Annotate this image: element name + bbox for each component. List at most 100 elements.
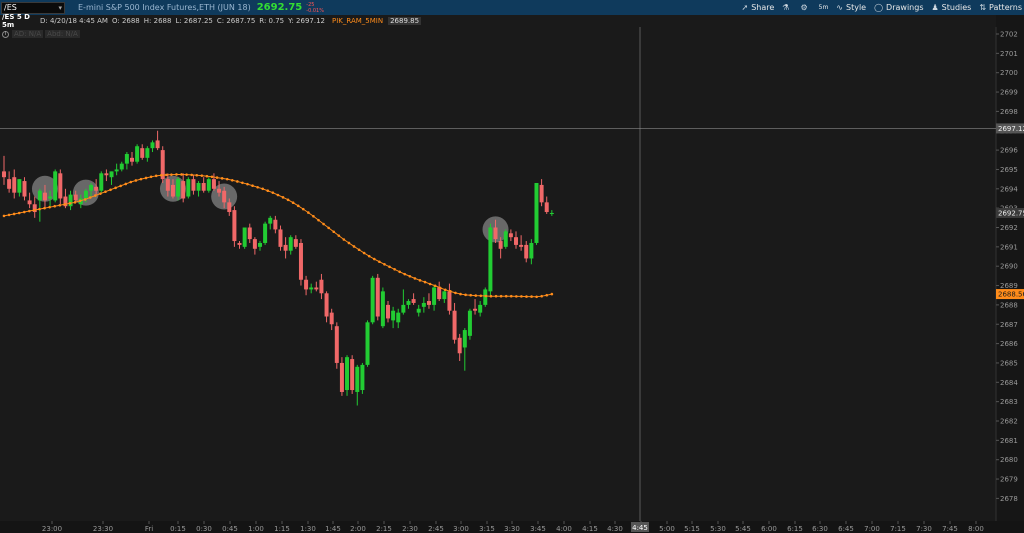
candle-body bbox=[17, 179, 22, 193]
moving-average-point bbox=[520, 295, 523, 298]
moving-average-point bbox=[165, 173, 168, 177]
moving-average-point bbox=[535, 295, 538, 299]
moving-average-point bbox=[266, 189, 270, 193]
candle-body bbox=[22, 181, 27, 197]
moving-average-point bbox=[469, 293, 472, 297]
moving-average-point bbox=[403, 272, 407, 276]
price-tick-label: 2692 bbox=[1000, 224, 1018, 232]
candle-body bbox=[58, 173, 63, 199]
moving-average-point bbox=[494, 294, 498, 298]
candle-body bbox=[549, 212, 554, 214]
candle-body bbox=[232, 210, 237, 242]
moving-average-point bbox=[200, 174, 204, 177]
candle-body bbox=[529, 242, 534, 259]
price-tick-label: 2699 bbox=[1000, 89, 1018, 97]
candle-body bbox=[263, 223, 268, 243]
price-tick-label: 2685 bbox=[1000, 359, 1018, 367]
moving-average-point bbox=[185, 173, 188, 176]
candle-body bbox=[339, 362, 344, 392]
candle-body bbox=[304, 279, 309, 290]
time-tick-label: 5:45 bbox=[735, 525, 751, 533]
moving-average-point bbox=[408, 274, 412, 278]
time-tick-label: 8:00 bbox=[968, 525, 984, 533]
candle-body bbox=[119, 163, 124, 170]
moving-average-point bbox=[149, 175, 153, 179]
candle-body bbox=[242, 227, 247, 247]
time-tick-label: 3:30 bbox=[504, 525, 520, 533]
candle-body bbox=[7, 179, 12, 189]
moving-average-point bbox=[104, 190, 107, 194]
moving-average-point bbox=[444, 288, 447, 292]
candle-body bbox=[145, 148, 150, 158]
moving-average-point bbox=[433, 284, 437, 288]
candle-body bbox=[124, 153, 129, 164]
moving-average-point bbox=[545, 293, 549, 297]
crosshair-price-label: 2697.12 bbox=[998, 125, 1024, 133]
moving-average-point bbox=[63, 202, 67, 206]
time-tick-label: 4:00 bbox=[556, 525, 572, 533]
candle-body bbox=[314, 287, 319, 290]
candle-body bbox=[391, 310, 396, 321]
moving-average-point bbox=[372, 257, 376, 261]
candle-body bbox=[519, 244, 524, 247]
moving-average-point bbox=[504, 294, 508, 298]
candle-body bbox=[222, 190, 227, 203]
price-tick-label: 2682 bbox=[1000, 418, 1018, 426]
moving-average-point bbox=[205, 174, 209, 178]
price-chart[interactable]: 2678 2679 2680 2681 2682 2683 2684 2685 2686 2687… bbox=[0, 0, 1024, 533]
crosshair-time-label: 4:45 bbox=[632, 524, 648, 532]
moving-average-point bbox=[94, 194, 97, 197]
time-tick-label: 5:15 bbox=[684, 525, 700, 533]
moving-average-point bbox=[22, 210, 26, 214]
candle-body bbox=[478, 304, 483, 313]
candle-body bbox=[411, 299, 416, 303]
price-tick-label: 2698 bbox=[1000, 108, 1018, 116]
moving-average-point bbox=[114, 186, 117, 190]
moving-average-point bbox=[286, 198, 290, 202]
moving-average-point bbox=[378, 260, 381, 264]
candle-body bbox=[452, 310, 457, 340]
moving-average-point bbox=[180, 173, 183, 176]
candle-body bbox=[442, 291, 447, 300]
candle-body bbox=[181, 181, 186, 199]
moving-average-point bbox=[550, 292, 554, 296]
moving-average-point bbox=[139, 177, 143, 181]
moving-average-point bbox=[230, 178, 234, 182]
moving-average-point bbox=[220, 177, 224, 180]
moving-average-point bbox=[322, 222, 325, 226]
candle-body bbox=[155, 140, 160, 149]
candle-body bbox=[176, 179, 181, 197]
candle-body bbox=[421, 302, 426, 307]
candle-body bbox=[227, 202, 232, 213]
time-tick-label: 2:30 bbox=[402, 525, 418, 533]
price-tick-label: 2684 bbox=[1000, 379, 1018, 387]
moving-average-point bbox=[428, 282, 432, 286]
candle-body bbox=[534, 182, 539, 243]
moving-average-point bbox=[296, 204, 300, 208]
candle-body bbox=[27, 200, 32, 205]
moving-average-point bbox=[53, 204, 57, 208]
time-tick-label: 0:45 bbox=[222, 525, 238, 533]
time-tick-label: 1:15 bbox=[274, 525, 290, 533]
price-tick-label: 2694 bbox=[1000, 185, 1018, 193]
candle-body bbox=[334, 326, 339, 363]
candle-body bbox=[396, 312, 401, 323]
time-tick-label: 5:00 bbox=[659, 525, 675, 533]
candle-body bbox=[89, 184, 94, 191]
candle-body bbox=[324, 293, 329, 317]
time-tick-label: 3:15 bbox=[479, 525, 495, 533]
moving-average-point bbox=[210, 175, 214, 179]
moving-average-point bbox=[342, 238, 346, 241]
candle-body bbox=[514, 237, 518, 245]
candle-body bbox=[278, 229, 283, 247]
candle-body bbox=[355, 366, 360, 392]
moving-average-point bbox=[388, 265, 391, 269]
moving-average-point bbox=[78, 199, 82, 203]
moving-average-point bbox=[367, 254, 371, 258]
last-price-axis-label: 2692.75 bbox=[998, 209, 1024, 217]
moving-average-point bbox=[474, 294, 478, 297]
time-tick-label: 7:45 bbox=[942, 525, 958, 533]
candle-body bbox=[109, 171, 114, 178]
candle-body bbox=[406, 301, 411, 305]
moving-average-point bbox=[515, 295, 518, 298]
